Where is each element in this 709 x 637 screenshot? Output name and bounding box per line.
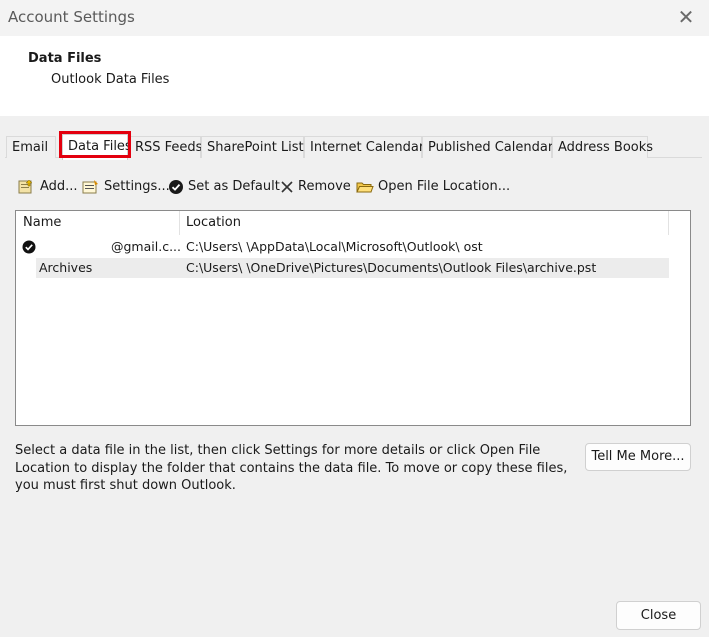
default-checkmark-icon [22, 240, 36, 254]
column-header-name[interactable]: Name [23, 211, 179, 235]
settings-label: Settings... [104, 179, 170, 194]
tab-email[interactable]: Email [6, 136, 56, 158]
remove-button[interactable]: Remove [280, 176, 351, 198]
window-title: Account Settings [8, 8, 135, 26]
checkmark-circle-icon [169, 179, 183, 194]
tab-data-files[interactable]: Data Files [59, 131, 132, 160]
data-files-list[interactable]: Name Location @gmail.c... C:\Users\ \App… [15, 210, 691, 426]
remove-x-icon [281, 180, 293, 193]
set-as-default-label: Set as Default [188, 179, 280, 194]
list-item-name: Archives [39, 260, 93, 275]
add-icon [18, 179, 33, 193]
open-file-location-label: Open File Location... [378, 179, 511, 194]
tab-rss-feeds[interactable]: RSS Feeds [129, 136, 202, 158]
settings-icon [82, 179, 98, 193]
title-bar: Account Settings ✕ [0, 0, 709, 36]
add-label: Add... [40, 179, 78, 194]
tab-published-calendars[interactable]: Published Calendars [422, 136, 560, 158]
set-as-default-button[interactable]: Set as Default [168, 176, 280, 198]
column-divider [668, 211, 669, 235]
tell-me-more-button[interactable]: Tell Me More... [585, 443, 691, 471]
header-panel: Data Files Outlook Data Files [0, 36, 709, 116]
column-divider [179, 211, 180, 235]
folder-icon [356, 182, 374, 192]
tab-data-files-label: Data Files [68, 139, 132, 154]
close-button[interactable]: Close [616, 601, 701, 630]
list-item-location: C:\Users\ \OneDrive\Pictures\Documents\O… [186, 260, 597, 275]
list-item-name: @gmail.c... [111, 239, 181, 254]
open-file-location-button[interactable]: Open File Location... [356, 176, 510, 198]
tab-internet-calendars[interactable]: Internet Calendars [304, 136, 431, 158]
tab-sharepoint-lists[interactable]: SharePoint Lists [201, 136, 310, 158]
list-item-location: C:\Users\ \AppData\Local\Microsoft\Outlo… [186, 239, 483, 254]
tab-address-books[interactable]: Address Books [552, 136, 653, 158]
list-item-archives[interactable]: Archives C:\Users\ \OneDrive\Pictures\Do… [36, 258, 669, 278]
page-title: Data Files [28, 51, 102, 66]
description-text: Select a data file in the list, then cli… [15, 443, 568, 493]
add-button[interactable]: Add... [18, 176, 78, 198]
remove-label: Remove [298, 179, 351, 194]
settings-button[interactable]: Settings... [82, 176, 170, 198]
page-subtitle: Outlook Data Files [51, 72, 170, 87]
list-item-default[interactable]: @gmail.c... C:\Users\ \AppData\Local\Mic… [16, 237, 671, 257]
close-icon[interactable]: ✕ [677, 7, 695, 27]
column-header-location[interactable]: Location [186, 211, 666, 235]
